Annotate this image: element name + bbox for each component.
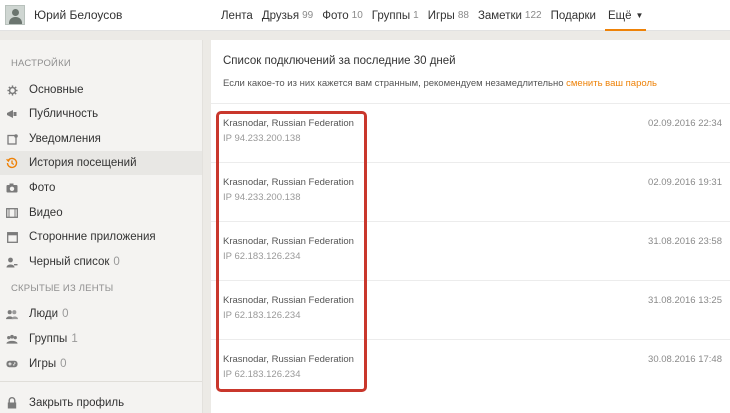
- nav-games-count: 88: [457, 10, 469, 21]
- sidebar-item-hidden-people[interactable]: Люди 0: [0, 302, 202, 326]
- camera-icon: [6, 182, 18, 194]
- sidebar-item-publicity[interactable]: Публичность: [0, 102, 202, 126]
- apps-icon: [6, 231, 18, 243]
- sidebar-item-notifications[interactable]: Уведомления: [0, 127, 202, 151]
- nav-games-label: Игры: [427, 9, 455, 22]
- sidebar-item-hidden-groups[interactable]: Группы 1: [0, 327, 202, 351]
- nav-groups[interactable]: Группы 1: [372, 0, 419, 31]
- sidebar-item-label: Публичность: [29, 108, 99, 120]
- top-bar: Юрий Белоусов Лента Друзья 99 Фото 10 Груп…: [0, 0, 730, 31]
- nav-notes-count: 122: [524, 10, 542, 21]
- sidebar-item-label: Группы: [29, 333, 68, 345]
- sidebar-item-label: Игры: [29, 358, 57, 370]
- nav-notes-label: Заметки: [477, 9, 522, 22]
- nav-more[interactable]: Ещё ▼: [604, 0, 647, 31]
- change-password-link[interactable]: сменить ваш пароль: [566, 78, 657, 89]
- main-nav: Лента Друзья 99 Фото 10 Группы 1 Игры 88 Зам…: [221, 0, 655, 31]
- groups-icon: [6, 333, 18, 345]
- settings-section-title: НАСТРОЙКИ: [11, 58, 71, 69]
- settings-sidebar: НАСТРОЙКИ Основные Публичность Уведомлен…: [0, 40, 203, 413]
- nav-photos-count: 10: [351, 10, 363, 21]
- history-icon: [6, 157, 18, 169]
- sidebar-item-video[interactable]: Видео: [0, 201, 202, 225]
- session-date: 02.09.2016 19:31: [648, 177, 722, 188]
- sidebar-item-label: Черный список: [29, 256, 110, 268]
- nav-groups-count: 1: [413, 10, 419, 21]
- sidebar-item-general[interactable]: Основные: [0, 78, 202, 102]
- sidebar-item-visit-history[interactable]: История посещений: [0, 151, 202, 175]
- nav-photos[interactable]: Фото 10: [322, 0, 363, 31]
- nav-groups-label: Группы: [371, 9, 411, 22]
- sidebar-item-label: Фото: [29, 182, 56, 194]
- close-profile-label: Закрыть профиль: [29, 397, 125, 409]
- sidebar-item-hidden-games[interactable]: Игры 0: [0, 352, 202, 376]
- nav-gifts[interactable]: Подарки: [551, 0, 596, 31]
- hidden-people-count: 0: [62, 308, 69, 320]
- user-name[interactable]: Юрий Белоусов: [34, 8, 122, 22]
- nav-games[interactable]: Игры 88: [428, 0, 469, 31]
- gamepad-icon: [6, 358, 18, 370]
- film-icon: [6, 207, 18, 219]
- session-date: 30.08.2016 17:48: [648, 354, 722, 365]
- hidden-groups-count: 1: [71, 333, 78, 345]
- nav-friends[interactable]: Друзья 99: [262, 0, 313, 31]
- nav-friends-label: Друзья: [261, 9, 300, 22]
- nav-feed[interactable]: Лента: [221, 0, 253, 31]
- nav-photos-label: Фото: [322, 9, 349, 22]
- sidebar-item-blacklist[interactable]: Черный список 0: [0, 250, 202, 274]
- nav-more-label: Ещё: [607, 9, 632, 22]
- user-block-icon: [6, 256, 18, 268]
- people-icon: [6, 308, 18, 320]
- sidebar-item-photos[interactable]: Фото: [0, 176, 202, 200]
- sidebar-item-label: Сторонние приложения: [29, 231, 156, 243]
- sidebar-item-label: Видео: [29, 207, 63, 219]
- megaphone-icon: [6, 108, 18, 120]
- session-date: 31.08.2016 13:25: [648, 295, 722, 306]
- session-date: 02.09.2016 22:34: [648, 118, 722, 129]
- annotation-highlight-box: [216, 111, 367, 392]
- security-note-text: Если какое-то из них кажется вам странны…: [223, 78, 564, 89]
- close-profile-button[interactable]: Закрыть профиль: [0, 391, 202, 413]
- sidebar-item-label: Основные: [29, 84, 84, 96]
- sidebar-item-third-party-apps[interactable]: Сторонние приложения: [0, 225, 202, 249]
- hidden-section-title: СКРЫТЫЕ ИЗ ЛЕНТЫ: [11, 283, 114, 294]
- sidebar-item-label: История посещений: [29, 157, 137, 169]
- nav-feed-label: Лента: [221, 9, 253, 22]
- hidden-games-count: 0: [60, 358, 67, 370]
- sidebar-divider: [0, 381, 202, 382]
- session-date: 31.08.2016 23:58: [648, 236, 722, 247]
- blacklist-count: 0: [113, 256, 120, 268]
- security-note: Если какое-то из них кажется вам странны…: [223, 78, 657, 89]
- nav-notes[interactable]: Заметки 122: [478, 0, 542, 31]
- lock-icon: [6, 397, 18, 409]
- nav-friends-count: 99: [302, 10, 314, 21]
- notification-icon: [6, 133, 18, 145]
- header-gap: [0, 31, 730, 40]
- nav-gifts-label: Подарки: [550, 9, 596, 22]
- user-profile-link[interactable]: Юрий Белоусов: [5, 4, 122, 26]
- sidebar-item-label: Люди: [29, 308, 59, 320]
- gear-icon: [6, 84, 18, 96]
- avatar[interactable]: [5, 5, 25, 25]
- chevron-down-icon: ▼: [635, 11, 644, 20]
- sidebar-item-label: Уведомления: [29, 133, 101, 145]
- page-title: Список подключений за последние 30 дней: [223, 55, 456, 67]
